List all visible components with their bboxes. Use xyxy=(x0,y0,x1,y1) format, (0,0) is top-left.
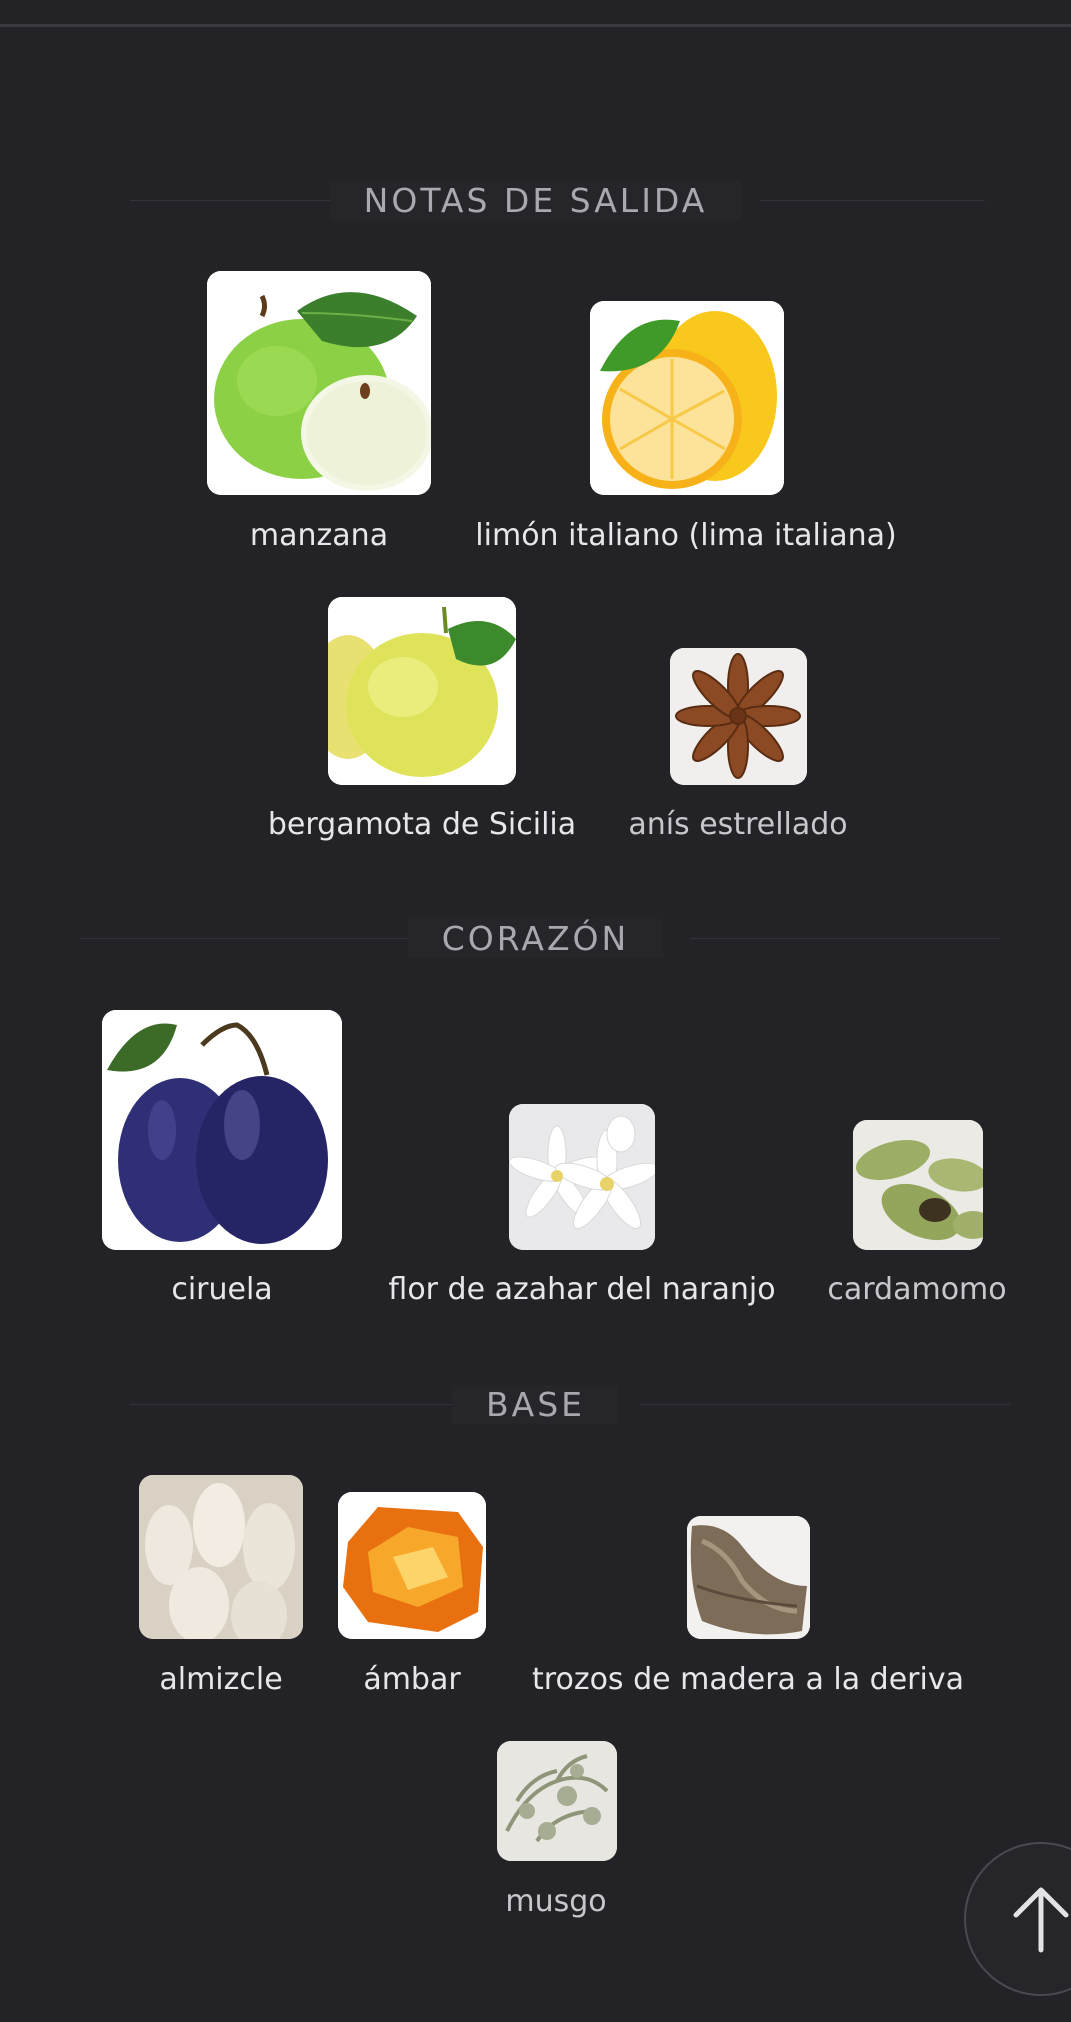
arrow-up-icon xyxy=(1013,1887,1069,1953)
section-title: NOTAS DE SALIDA xyxy=(329,181,742,220)
note-label: flor de azahar del naranjo xyxy=(388,1272,776,1307)
note-label: musgo xyxy=(505,1884,607,1919)
cardamom-icon xyxy=(853,1120,983,1250)
musk-icon xyxy=(139,1475,303,1639)
note-label: limón italiano (lima italiana) xyxy=(475,518,897,553)
header-divider xyxy=(0,24,1071,27)
green-apple-icon xyxy=(207,271,431,495)
note-label: anís estrellado xyxy=(628,807,848,842)
note-label: bergamota de Sicilia xyxy=(267,807,577,842)
section-header-top-notes: NOTAS DE SALIDA xyxy=(0,171,1071,231)
note-label: almizcle xyxy=(159,1662,283,1697)
note-label: trozos de madera a la deriva xyxy=(532,1662,964,1697)
lemon-icon xyxy=(590,301,784,495)
moss-icon xyxy=(497,1741,617,1861)
section-title: BASE xyxy=(451,1385,619,1424)
orange-blossom-icon xyxy=(509,1104,655,1250)
scroll-to-top-button[interactable] xyxy=(964,1842,1071,1996)
bergamot-icon xyxy=(328,597,516,785)
section-title: CORAZÓN xyxy=(407,919,664,958)
note-label: cardamomo xyxy=(827,1272,1007,1307)
amber-icon xyxy=(338,1492,486,1639)
driftwood-icon xyxy=(687,1516,810,1639)
note-label: ciruela xyxy=(171,1272,273,1307)
note-label: ámbar xyxy=(363,1662,461,1697)
note-label: manzana xyxy=(249,518,389,553)
plum-icon xyxy=(102,1010,342,1250)
section-header-base-notes: BASE xyxy=(0,1375,1071,1435)
star-anise-icon xyxy=(670,648,807,785)
section-header-heart-notes: CORAZÓN xyxy=(0,909,1071,969)
